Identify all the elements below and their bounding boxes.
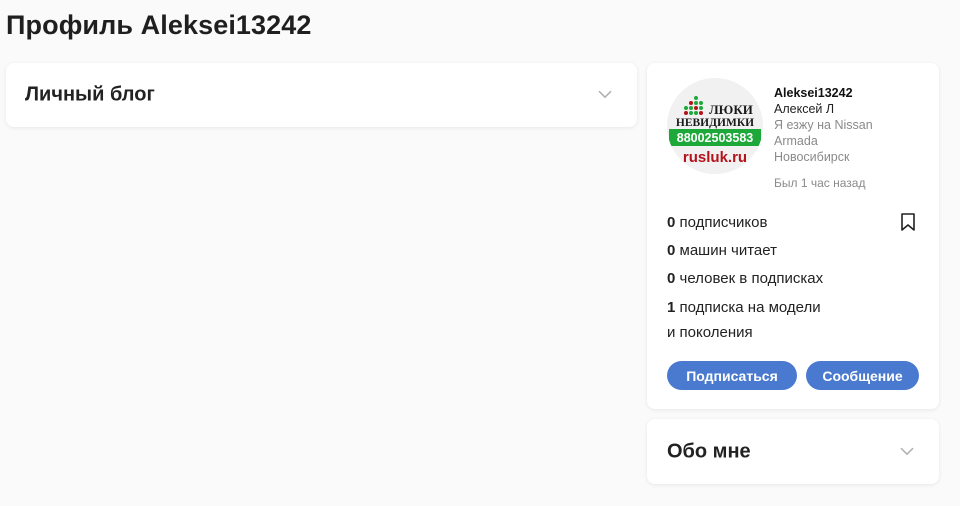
about-me-title: Обо мне <box>667 440 751 462</box>
chevron-down-icon <box>598 90 612 99</box>
stat-cars-count: 0 <box>667 242 676 259</box>
avatar[interactable]: ЛЮКИ НЕВИДИМКИ 88002503583 rusluk.ru <box>667 78 763 174</box>
profile-nickname[interactable]: Aleksei13242 <box>774 85 934 101</box>
avatar-logo-image: ЛЮКИ НЕВИДИМКИ 88002503583 rusluk.ru <box>669 96 761 166</box>
profile-info: Aleksei13242 Алексей Л Я езжу на Nissan … <box>774 85 934 191</box>
logo-line1: ЛЮКИ <box>709 102 753 117</box>
stat-models-label-2: и поколения <box>667 324 753 341</box>
personal-blog-accordion[interactable]: Личный блог <box>6 63 637 127</box>
message-button[interactable]: Сообщение <box>806 361 919 390</box>
stat-followers[interactable]: 0 подписчиков <box>667 209 927 237</box>
profile-real-name: Алексей Л <box>774 102 835 116</box>
profile-stats: 0 подписчиков 0 машин читает 0 человек в… <box>667 209 927 345</box>
logo-line2: НЕВИДИМКИ <box>676 117 754 129</box>
stat-model-subscriptions[interactable]: 1 подписка на модели и поколения <box>667 295 927 345</box>
about-me-accordion[interactable]: Обо мне <box>647 419 939 484</box>
stat-models-label-1: подписка на модели <box>679 299 821 316</box>
profile-last-seen: Был 1 час назад <box>774 176 866 190</box>
stat-following-count: 0 <box>667 270 676 287</box>
profile-car-line-2[interactable]: Armada <box>774 133 934 149</box>
stat-following[interactable]: 0 человек в подписках <box>667 265 927 293</box>
chevron-down-icon <box>900 447 914 455</box>
profile-car-line-1[interactable]: Я езжу на Nissan <box>774 117 934 133</box>
profile-city: Новосибирск <box>774 150 850 164</box>
stat-models-count: 1 <box>667 299 676 316</box>
stat-cars-label: машин читает <box>679 242 777 259</box>
stat-following-label: человек в подписках <box>679 270 824 287</box>
personal-blog-title: Личный блог <box>25 83 155 106</box>
stat-followers-count: 0 <box>667 214 676 231</box>
subscribe-button[interactable]: Подписаться <box>667 361 797 390</box>
logo-site: rusluk.ru <box>683 149 747 166</box>
logo-dots-icon <box>684 96 703 115</box>
stat-followers-label: подписчиков <box>679 214 768 231</box>
page-title: Профиль Aleksei13242 <box>6 10 312 40</box>
logo-phone: 88002503583 <box>677 131 754 145</box>
profile-card: ЛЮКИ НЕВИДИМКИ 88002503583 rusluk.ru Ale… <box>647 63 939 409</box>
stat-cars-read[interactable]: 0 машин читает <box>667 237 927 265</box>
